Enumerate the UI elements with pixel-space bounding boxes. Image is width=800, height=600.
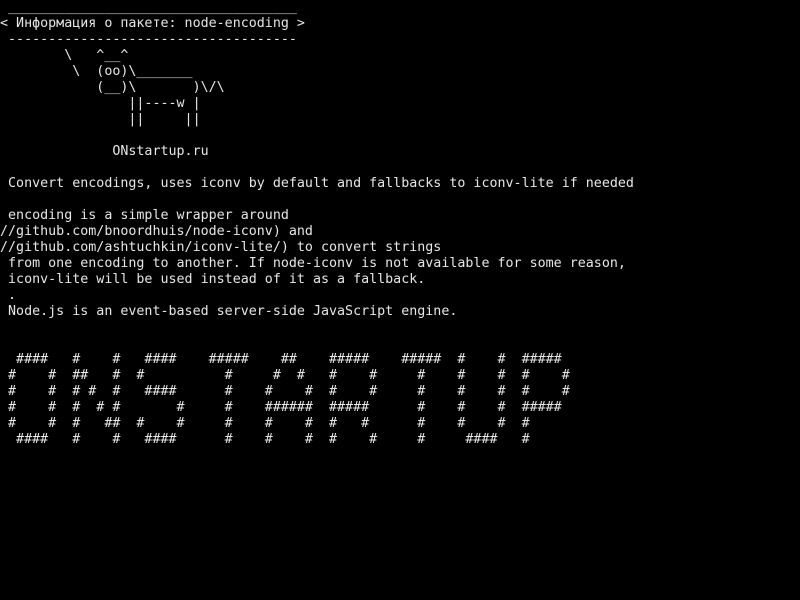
banner-line: # # # # # # # ###### ##### # # # ##### bbox=[0, 400, 562, 415]
speech-bubble-bottom-border: ------------------------------------ bbox=[0, 32, 297, 47]
description-line: Node.js is an event-based server-side Ja… bbox=[0, 304, 458, 319]
package-summary: Convert encodings, uses iconv by default… bbox=[0, 176, 634, 191]
description-line: encoding is a simple wrapper around bbox=[0, 208, 289, 223]
description-line: //github.com/bnoordhuis/node-iconv) and bbox=[0, 224, 313, 239]
banner-line: # # ## # # # # # # # # # # # # bbox=[0, 368, 570, 383]
cow-art-line: \ ^__^ bbox=[0, 48, 129, 63]
description-line: . bbox=[0, 288, 17, 303]
cow-art-line: \ (oo)\_______ bbox=[0, 64, 193, 79]
speech-bubble-text: < Информация о пакете: node-encoding > bbox=[0, 16, 305, 31]
cow-art-line: (__)\ )\/\ bbox=[0, 80, 225, 95]
description-line: //github.com/ashtuchkin/iconv-lite/) to … bbox=[0, 240, 442, 255]
description-line: iconv-lite will be used instead of it as… bbox=[0, 272, 426, 287]
banner-line: # # # # # #### # # # # # # # # # # bbox=[0, 384, 570, 399]
terminal-window: ____________________________________ < И… bbox=[0, 0, 800, 600]
banner-line: #### # # #### # # # # # # #### # bbox=[0, 432, 530, 447]
banner-line: #### # # #### ##### ## ##### ##### # # #… bbox=[0, 352, 562, 367]
description-line: from one encoding to another. If node-ic… bbox=[0, 256, 626, 271]
site-name: ONstartup.ru bbox=[0, 144, 209, 159]
cow-art-line: ||----w | bbox=[0, 96, 201, 111]
speech-bubble-top-border: ____________________________________ bbox=[0, 0, 297, 15]
banner-line: # # # ## # # # # # # # # # # # bbox=[0, 416, 530, 431]
cow-art-line: || || bbox=[0, 112, 201, 127]
